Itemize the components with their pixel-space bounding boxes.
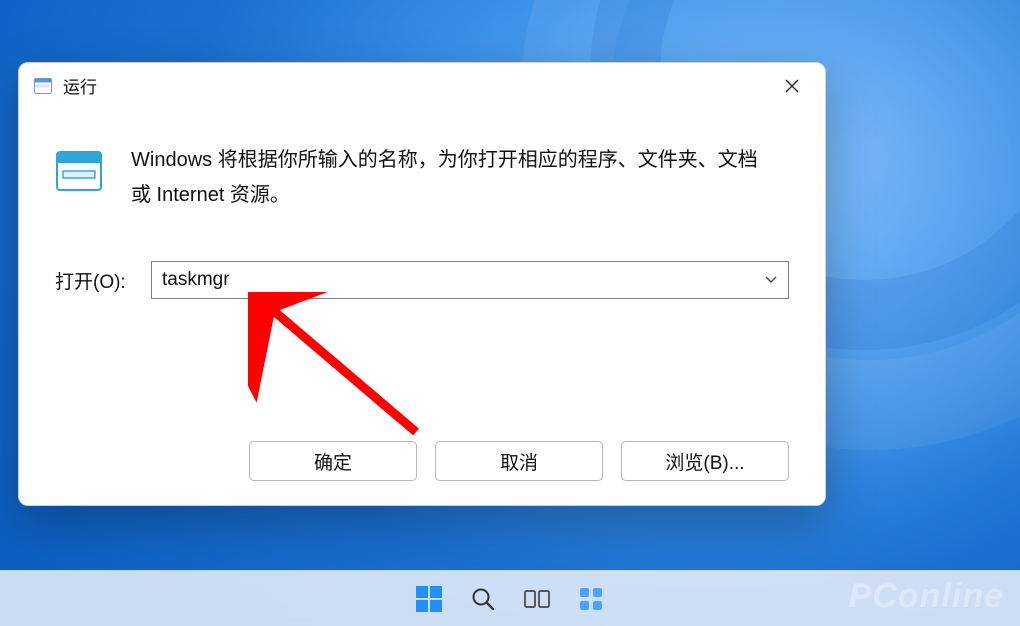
run-dialog: 运行 Windows 将根据你所输入的名称，为你打开相应的程序、文件夹、文档或 …	[18, 62, 826, 506]
run-icon-large	[55, 147, 103, 195]
open-input[interactable]	[162, 269, 778, 291]
widgets-button[interactable]	[569, 577, 613, 621]
task-view-button[interactable]	[515, 577, 559, 621]
close-icon	[785, 79, 799, 93]
widgets-icon	[578, 586, 604, 612]
search-icon	[470, 586, 496, 612]
close-button[interactable]	[767, 68, 817, 104]
dialog-body: Windows 将根据你所输入的名称，为你打开相应的程序、文件夹、文档或 Int…	[19, 109, 825, 423]
ok-button[interactable]: 确定	[249, 441, 417, 481]
open-label: 打开(O):	[55, 267, 143, 294]
search-button[interactable]	[461, 577, 505, 621]
run-icon	[33, 77, 53, 95]
start-icon	[415, 585, 443, 613]
cancel-button[interactable]: 取消	[435, 441, 603, 481]
open-combobox[interactable]	[151, 261, 789, 299]
task-view-icon	[524, 588, 550, 610]
dialog-description: Windows 将根据你所输入的名称，为你打开相应的程序、文件夹、文档或 Int…	[131, 143, 771, 213]
dialog-buttons: 确定 取消 浏览(B)...	[19, 423, 825, 505]
start-button[interactable]	[407, 577, 451, 621]
dialog-title: 运行	[63, 73, 97, 98]
browse-button[interactable]: 浏览(B)...	[621, 441, 789, 481]
taskbar	[0, 570, 1020, 626]
titlebar: 运行	[19, 63, 825, 109]
